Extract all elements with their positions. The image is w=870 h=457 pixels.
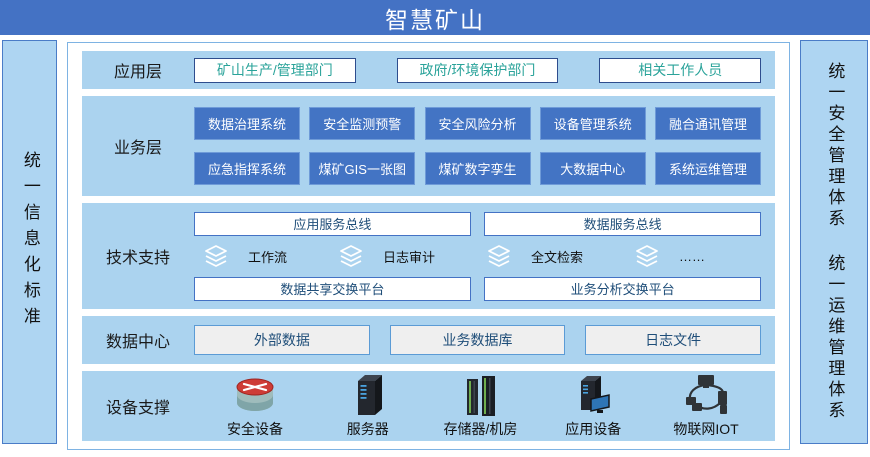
layer-data-center: 数据中心 外部数据 业务数据库 日志文件 <box>82 316 775 364</box>
smart-mine-architecture-diagram: 智慧矿山 统一信息化标准 应用层 矿山生产/管理部门 政府/环境保护部门 相关工… <box>0 0 870 457</box>
middleware-item: 工作流 <box>202 244 287 268</box>
middleware-label: 工作流 <box>248 247 287 266</box>
business-module: 系统运维管理 <box>655 152 761 185</box>
equipment-items: 安全设备 服务器 <box>194 371 775 441</box>
title-bar: 智慧矿山 <box>0 0 870 35</box>
application-box: 矿山生产/管理部门 <box>194 58 356 83</box>
layer-tech-support: 技术支持 应用服务总线 数据服务总线 工作流 日志审计 <box>82 203 775 309</box>
business-module: 安全风险分析 <box>425 107 531 140</box>
diagram-body: 统一信息化标准 应用层 矿山生产/管理部门 政府/环境保护部门 相关工作人员 业… <box>0 35 870 457</box>
service-bus-row: 应用服务总线 数据服务总线 <box>194 212 761 236</box>
layers-icon <box>485 244 513 268</box>
layer-application: 应用层 矿山生产/管理部门 政府/环境保护部门 相关工作人员 <box>82 51 775 89</box>
left-sidebar-label: 统一信息化标准 <box>20 151 39 333</box>
equipment-item: 存储器/机房 <box>426 373 536 439</box>
equipment-label: 物联网IOT <box>673 419 738 439</box>
business-module: 数据治理系统 <box>194 107 300 140</box>
business-module: 融合通讯管理 <box>655 107 761 140</box>
business-row: 应急指挥系统 煤矿GIS一张图 煤矿数字孪生 大数据中心 系统运维管理 <box>194 152 761 185</box>
left-sidebar: 统一信息化标准 <box>2 40 57 444</box>
page-title: 智慧矿山 <box>385 1 485 35</box>
business-module: 煤矿GIS一张图 <box>309 152 415 185</box>
data-source-box: 外部数据 <box>194 325 370 355</box>
business-module: 大数据中心 <box>540 152 646 185</box>
business-module: 设备管理系统 <box>540 107 646 140</box>
storage-rack-icon <box>461 373 501 417</box>
tech-support-content: 应用服务总线 数据服务总线 工作流 日志审计 <box>194 203 775 309</box>
right-sidebar: 统一安全管理体系 统一运维管理体系 <box>800 40 868 444</box>
data-center-boxes: 外部数据 业务数据库 日志文件 <box>194 316 775 364</box>
application-device-icon <box>573 373 613 417</box>
service-bus: 数据服务总线 <box>484 212 761 236</box>
iot-network-icon <box>682 373 730 417</box>
firewall-icon <box>231 373 279 417</box>
middleware-item: 全文检索 <box>485 244 583 268</box>
equipment-item: 物联网IOT <box>651 373 761 439</box>
business-module: 安全监测预警 <box>309 107 415 140</box>
right-sidebar-label-security: 统一安全管理体系 <box>825 62 844 230</box>
middleware-row: 工作流 日志审计 全文检索 …… <box>194 244 761 268</box>
business-module: 应急指挥系统 <box>194 152 300 185</box>
equipment-item: 应用设备 <box>538 373 648 439</box>
business-buttons: 数据治理系统 安全监测预警 安全风险分析 设备管理系统 融合通讯管理 应急指挥系… <box>194 96 775 196</box>
application-box: 政府/环境保护部门 <box>397 58 559 83</box>
layer-label: 技术支持 <box>82 203 194 309</box>
exchange-platform: 业务分析交换平台 <box>484 277 761 301</box>
layers-icon <box>633 244 661 268</box>
equipment-label: 安全设备 <box>227 419 283 439</box>
equipment-label: 存储器/机房 <box>444 419 518 439</box>
layer-equipment: 设备支撑 安全设备 <box>82 371 775 441</box>
data-source-box: 日志文件 <box>585 325 761 355</box>
equipment-label: 服务器 <box>347 419 389 439</box>
layer-business: 业务层 数据治理系统 安全监测预警 安全风险分析 设备管理系统 融合通讯管理 应… <box>82 96 775 196</box>
main-panel: 应用层 矿山生产/管理部门 政府/环境保护部门 相关工作人员 业务层 数据治理系… <box>67 42 790 450</box>
middleware-label: …… <box>679 249 705 264</box>
layers-icon <box>337 244 365 268</box>
layers-icon <box>202 244 230 268</box>
layer-label: 设备支撑 <box>82 371 194 441</box>
middleware-item: 日志审计 <box>337 244 435 268</box>
business-module: 煤矿数字孪生 <box>425 152 531 185</box>
exchange-platform: 数据共享交换平台 <box>194 277 471 301</box>
middleware-label: 日志审计 <box>383 247 435 266</box>
layer-label: 业务层 <box>82 96 194 196</box>
application-box: 相关工作人员 <box>599 58 761 83</box>
exchange-platform-row: 数据共享交换平台 业务分析交换平台 <box>194 277 761 301</box>
application-boxes: 矿山生产/管理部门 政府/环境保护部门 相关工作人员 <box>194 51 775 89</box>
layer-label: 数据中心 <box>82 316 194 364</box>
equipment-item: 安全设备 <box>200 373 310 439</box>
service-bus: 应用服务总线 <box>194 212 471 236</box>
server-icon <box>348 373 388 417</box>
layer-label: 应用层 <box>82 51 194 89</box>
equipment-label: 应用设备 <box>565 419 621 439</box>
data-source-box: 业务数据库 <box>390 325 566 355</box>
equipment-item: 服务器 <box>313 373 423 439</box>
middleware-label: 全文检索 <box>531 247 583 266</box>
middleware-item: …… <box>633 244 705 268</box>
right-sidebar-label-ops: 统一运维管理体系 <box>825 254 844 422</box>
business-row: 数据治理系统 安全监测预警 安全风险分析 设备管理系统 融合通讯管理 <box>194 107 761 140</box>
